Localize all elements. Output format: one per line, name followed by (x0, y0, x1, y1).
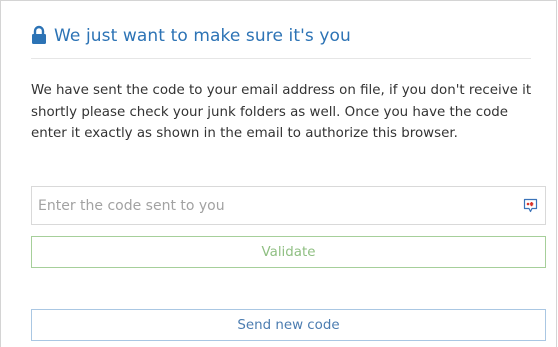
code-field (31, 186, 546, 225)
password-manager-icon[interactable] (523, 198, 538, 213)
header-divider (31, 58, 531, 59)
validate-button[interactable]: Validate (31, 236, 546, 268)
send-new-code-button[interactable]: Send new code (31, 309, 546, 341)
code-input[interactable] (32, 187, 545, 224)
panel-header: We just want to make sure it's you (31, 23, 351, 49)
lock-icon (32, 25, 46, 44)
instructions-text: We have sent the code to your email addr… (31, 83, 532, 141)
verification-panel: We just want to make sure it's you We ha… (0, 0, 557, 347)
page-title: We just want to make sure it's you (54, 26, 351, 46)
